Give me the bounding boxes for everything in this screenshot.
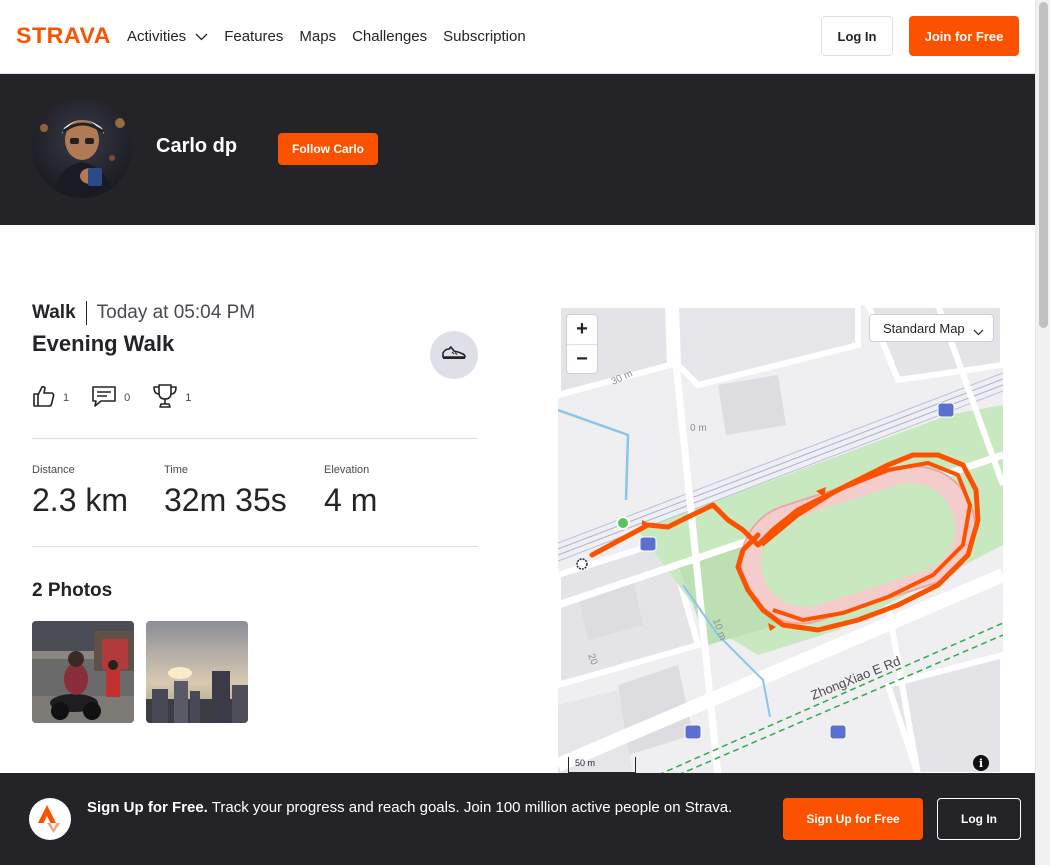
svg-text:STRAVA: STRAVA	[16, 26, 111, 45]
map-style-select[interactable]: Standard Map	[869, 314, 994, 342]
zoom-in-button[interactable]: +	[567, 315, 597, 344]
nav-activities-label: Activities	[127, 27, 187, 45]
thumbs-up-icon	[32, 384, 56, 413]
stat-elevation: Elevation 4 m	[324, 464, 377, 519]
comments-count: 0	[124, 392, 131, 404]
activity-type: Walk	[32, 302, 76, 323]
map-scale: 50 m	[568, 757, 636, 773]
nav-features[interactable]: Features	[224, 28, 283, 45]
divider	[32, 438, 478, 439]
stat-distance: Distance 2.3 km	[32, 464, 128, 519]
nav-activities[interactable]: Activities	[127, 28, 208, 45]
chevron-down-icon	[195, 28, 208, 45]
photos-heading: 2 Photos	[32, 580, 113, 601]
stat-time: Time 32m 35s	[164, 464, 287, 519]
nav-subscription[interactable]: Subscription	[443, 28, 526, 45]
follow-button[interactable]: Follow Carlo	[278, 133, 378, 165]
stat-label: Elevation	[324, 464, 370, 476]
athlete-header: Carlo dp Follow Carlo	[0, 74, 1035, 225]
achievements-button[interactable]: 1	[152, 383, 191, 414]
chevron-down-icon	[973, 324, 984, 339]
nav-challenges[interactable]: Challenges	[352, 28, 427, 45]
top-navigation: STRAVA Activities Features Maps Challeng…	[0, 0, 1035, 74]
join-free-button[interactable]: Join for Free	[909, 16, 1019, 56]
route-map[interactable]: 30 m 0 m 10 m 20 ZhongXiao E Rd	[558, 305, 1003, 775]
activity-meta: Walk Today at 05:04 PM	[32, 300, 255, 326]
contour-label: 0 m	[690, 423, 707, 434]
kudos-button[interactable]: 1	[32, 384, 69, 413]
comments-button[interactable]: 0	[91, 384, 130, 413]
trophy-icon	[152, 383, 178, 414]
athlete-name[interactable]: Carlo dp	[156, 135, 237, 158]
banner-body: Track your progress and reach goals. Joi…	[211, 799, 733, 816]
meta-divider	[85, 301, 87, 325]
walk-sport-badge	[430, 331, 478, 379]
activity-time: Today at 05:04 PM	[96, 302, 256, 323]
banner-headline: Sign Up for Free.	[87, 799, 208, 816]
scrollbar-thumb[interactable]	[1039, 2, 1048, 328]
divider	[32, 546, 478, 547]
zoom-control: + −	[566, 314, 598, 374]
shoe-icon	[441, 345, 467, 366]
activity-title: Evening Walk	[32, 331, 175, 356]
signup-banner: Sign Up for Free. Track your progress an…	[0, 773, 1035, 865]
nav-maps[interactable]: Maps	[299, 28, 336, 45]
stat-value: 32m 35s	[164, 482, 287, 518]
strava-logo[interactable]: STRAVA	[16, 23, 111, 50]
avatar[interactable]	[32, 98, 132, 198]
kudos-count: 1	[63, 392, 70, 404]
comment-icon	[91, 384, 117, 413]
page-scrollbar[interactable]	[1035, 0, 1050, 865]
strava-logo-icon	[29, 798, 71, 840]
stat-label: Distance	[32, 464, 75, 476]
banner-signup-button[interactable]: Sign Up for Free	[783, 798, 923, 840]
banner-login-button[interactable]: Log In	[937, 798, 1021, 840]
zoom-out-button[interactable]: −	[567, 345, 597, 374]
social-bar: 1 0 1	[32, 383, 213, 414]
stat-value: 4 m	[324, 482, 378, 518]
achievements-count: 1	[185, 392, 192, 404]
map-style-label: Standard Map	[883, 320, 965, 336]
photo-thumbnail[interactable]	[32, 621, 134, 723]
stat-value: 2.3 km	[32, 482, 129, 518]
photo-thumbnail[interactable]	[146, 621, 248, 723]
stat-label: Time	[164, 464, 189, 476]
info-icon[interactable]: i	[973, 755, 989, 771]
login-button[interactable]: Log In	[821, 16, 893, 56]
nav-links: Activities Features Maps Challenges Subs…	[127, 0, 542, 72]
banner-message: Sign Up for Free. Track your progress an…	[87, 797, 757, 819]
